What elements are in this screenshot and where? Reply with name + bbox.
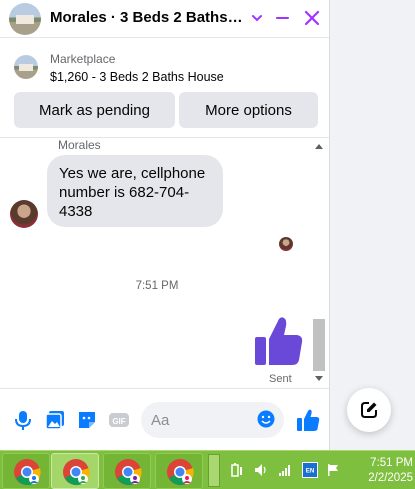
gif-label: GIF — [112, 417, 125, 426]
gif-icon[interactable]: GIF — [108, 409, 130, 431]
emoji-icon[interactable] — [257, 410, 275, 428]
chat-header: Morales · 3 Beds 2 Baths H... — [0, 0, 329, 38]
chevron-down-icon[interactable] — [251, 9, 265, 27]
taskbar-chrome-profile-2[interactable] — [51, 453, 99, 489]
message-list: Morales Yes we are, cellphone number is … — [0, 138, 329, 388]
clock-date: 2/2/2025 — [368, 472, 413, 484]
taskbar-scroll-handle[interactable] — [208, 454, 220, 487]
conversation-title[interactable]: Morales · 3 Beds 2 Baths H... — [50, 9, 246, 26]
compose-icon — [361, 402, 377, 418]
minimize-icon[interactable] — [274, 9, 292, 27]
scroll-down-arrow-icon[interactable] — [315, 376, 323, 381]
signal-icon[interactable] — [278, 463, 292, 477]
mark-as-pending-button[interactable]: Mark as pending — [14, 92, 175, 128]
listing-avatar[interactable] — [9, 3, 41, 35]
speaker-icon[interactable] — [254, 463, 268, 477]
scroll-up-arrow-icon[interactable] — [315, 144, 323, 149]
listing-title[interactable]: $1,260 - 3 Beds 2 Baths House — [50, 70, 224, 84]
language-icon[interactable]: EN — [302, 462, 318, 478]
new-message-button[interactable] — [347, 388, 391, 432]
incoming-message-bubble: Yes we are, cellphone number is 682-704-… — [47, 155, 223, 227]
seen-indicator-avatar — [279, 237, 293, 251]
chat-window: Morales · 3 Beds 2 Baths H... Marketplac… — [0, 0, 330, 450]
message-scrollbar[interactable] — [313, 142, 327, 388]
sticker-icon[interactable] — [76, 409, 98, 431]
more-options-button[interactable]: More options — [179, 92, 318, 128]
chrome-icon — [115, 459, 142, 486]
chrome-icon — [14, 459, 41, 486]
clock-time: 7:51 PM — [370, 457, 413, 469]
chrome-icon — [63, 459, 90, 486]
windows-taskbar: EN 7:51 PM 2/2/2025 — [0, 450, 415, 489]
marketplace-listing-bar: Marketplace $1,260 - 3 Beds 2 Baths Hous… — [0, 38, 329, 138]
photo-icon[interactable] — [44, 409, 66, 431]
language-label: EN — [306, 468, 315, 475]
message-composer: GIF — [0, 388, 329, 450]
battery-icon[interactable] — [230, 463, 244, 477]
sender-avatar[interactable] — [10, 200, 38, 228]
microphone-icon[interactable] — [12, 409, 34, 431]
message-timestamp: 7:51 PM — [135, 280, 179, 292]
listing-thumbnail[interactable] — [14, 55, 38, 79]
taskbar-chrome-profile-1[interactable] — [2, 453, 50, 489]
taskbar-chrome-profile-3[interactable] — [103, 453, 151, 489]
flag-icon[interactable] — [326, 463, 340, 477]
system-clock[interactable]: 7:51 PM 2/2/2025 — [355, 456, 413, 486]
chrome-icon — [167, 459, 194, 486]
taskbar-chrome-profile-4[interactable] — [155, 453, 203, 489]
sent-status: Sent — [269, 373, 292, 385]
sent-like-icon — [254, 315, 304, 367]
listing-source: Marketplace — [50, 52, 116, 66]
scrollbar-thumb[interactable] — [313, 319, 325, 371]
close-icon[interactable] — [302, 8, 322, 28]
background-panel — [407, 0, 415, 450]
like-icon[interactable] — [296, 408, 320, 432]
sender-name: Morales — [58, 138, 101, 152]
